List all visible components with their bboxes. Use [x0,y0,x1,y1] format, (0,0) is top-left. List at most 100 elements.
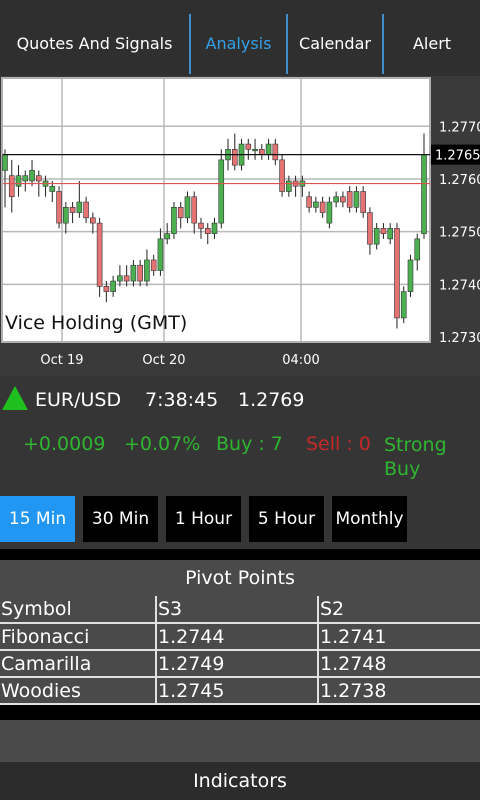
tab-calendar[interactable]: Calendar [286,14,382,74]
candle-body [394,228,400,319]
candle-body [137,264,143,282]
quote-change: +0.0009 [23,433,106,455]
candle-body [367,212,373,245]
interval-5-hour-button[interactable]: 5 Hour [249,496,324,542]
sell-count: Sell : 0 [306,433,371,455]
candle-body [198,222,204,229]
buy-count: Buy : 7 [216,433,283,455]
candle-body [56,191,62,224]
pivot-points-table: Symbol S3 S2 Fibonacci 1.2744 1.2741 Cam… [0,596,480,705]
x-axis-ticks: Oct 19 Oct 20 04:00 [40,353,319,368]
signal-label: Strong Buy [384,433,447,481]
candle-body [8,175,15,198]
candle-body [313,201,319,208]
candle-body [2,154,8,171]
y-axis-ticks: 1.2770 1.2760 1.2750 1.2740 1.2730 1.2765 [431,120,480,346]
table-cell: 1.2741 [317,622,480,651]
candle-body [252,149,258,152]
interval-30-min-button[interactable]: 30 Min [83,496,158,542]
pivot-points-header: Pivot Points [0,560,480,596]
candle-body [407,259,414,292]
quote-price: 1.2769 [238,389,305,411]
candle-body [231,149,238,166]
candle-body [265,143,272,155]
candle-body [360,191,366,213]
candle-body [35,175,42,182]
interval-15-min-button[interactable]: 15 Min [0,496,75,542]
tab-quotes-and-signals[interactable]: Quotes And Signals [0,14,189,74]
table-cell: Camarilla [0,649,157,678]
candle-body [326,201,333,224]
candle-body [171,206,177,234]
table-cell: 1.2749 [155,649,319,678]
table-cell: 1.2738 [317,676,480,705]
candle-body [279,159,285,192]
table-header-row: Symbol S3 S2 [0,596,480,624]
y-tick-label: 1.2770 [439,120,480,135]
candle-body [333,196,339,203]
price-chart[interactable]: 1.2770 1.2760 1.2750 1.2740 1.2730 1.2765 Oct… [0,76,480,376]
candle-body [319,201,326,213]
tab-alert[interactable]: Alert [382,14,480,74]
candle-body [421,154,427,234]
table-row: Fibonacci 1.2744 1.2741 [0,622,480,651]
candle-body [400,291,407,319]
candle-body [29,170,35,182]
candle-body [130,264,137,282]
indicators-header[interactable]: Indicators [0,762,480,800]
current-price-label: 1.2765 [435,149,480,164]
candle-body [286,180,292,192]
candle-body [373,228,380,245]
candle-body [346,191,353,208]
column-header-symbol: Symbol [0,596,157,624]
candle-body [340,196,346,203]
candle-body [123,275,130,282]
candle-body [191,196,198,224]
candle-body [204,228,211,234]
candle-body [76,201,83,213]
candle-body [259,149,265,155]
candle-body [63,206,69,224]
candle-body [211,222,218,234]
candle-body [164,233,170,240]
table-cell: 1.2748 [317,649,480,678]
candle-body [380,228,387,234]
candle-body [110,280,116,292]
top-tab-bar: Quotes And Signals Analysis Calendar Ale… [0,0,480,77]
candle-body [69,206,76,213]
interval-monthly-button[interactable]: Monthly [332,496,407,542]
candle-body [22,175,29,182]
x-tick-label: Oct 19 [40,353,83,368]
y-tick-label: 1.2730 [439,331,480,346]
x-tick-label: 04:00 [282,353,319,368]
candle-body [150,259,157,271]
candle-body [103,286,110,292]
candle-body [49,185,56,192]
candle-body [177,206,184,219]
candle-body [15,175,22,187]
signal-line-1: Strong [384,434,447,456]
signal-line-2: Buy [384,458,421,480]
chart-title: Vice Holding (GMT) [5,312,188,334]
y-tick-label: 1.2750 [439,226,480,241]
candle-body [96,222,103,287]
candle-body [184,196,191,219]
y-tick-label: 1.2740 [439,278,480,293]
candle-body [414,238,421,261]
candle-body [245,143,252,150]
tab-analysis[interactable]: Analysis [189,14,286,74]
quote-change-percent: +0.07% [124,433,201,455]
interval-1-hour-button[interactable]: 1 Hour [166,496,241,542]
column-header-s3: S3 [155,596,319,624]
candle-body [272,143,279,161]
pivot-points-spacer [0,720,480,762]
table-cell: Fibonacci [0,622,157,651]
y-tick-label: 1.2760 [439,173,480,188]
candle-body [90,217,96,224]
up-arrow-icon [2,386,28,410]
table-cell: Woodies [0,676,157,705]
candle-body [83,201,89,219]
x-tick-label: Oct 20 [142,353,185,368]
column-header-s2: S2 [317,596,480,624]
table-row: Woodies 1.2745 1.2738 [0,676,480,705]
